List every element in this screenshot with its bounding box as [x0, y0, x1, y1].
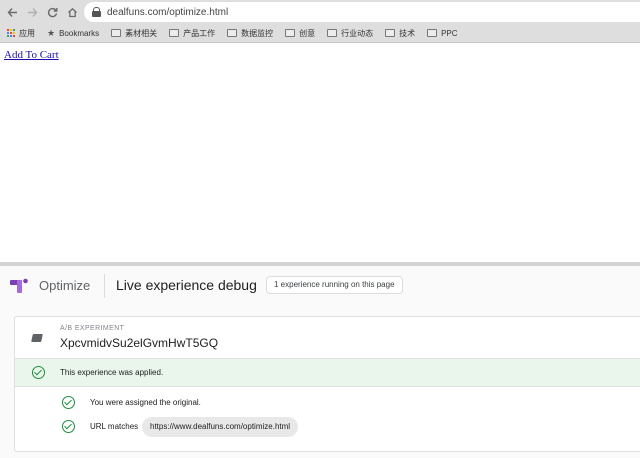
screenshot-root: dealfuns.com/optimize.html 应用 ★ Bookmark…: [0, 0, 640, 458]
folder-icon: [285, 29, 296, 37]
folder-icon: [385, 29, 396, 37]
bookmark-folder[interactable]: 产品工作: [169, 28, 215, 39]
bookmark-folder[interactable]: 数据监控: [227, 28, 273, 39]
arrow-right-icon: [27, 7, 37, 17]
bookmark-label: 素材相关: [125, 28, 158, 38]
experiment-name[interactable]: XpcvmidvSu2elGvmHwT5GQ: [60, 336, 218, 350]
applied-status-text: This experience was applied.: [60, 368, 164, 377]
arrow-left-icon: [7, 7, 17, 17]
bookmark-label: PPC: [441, 28, 458, 38]
bookmark-label: 数据监控: [241, 28, 274, 38]
panel-header: Optimize Live experience debug 1 experie…: [0, 266, 640, 306]
bookmark-label: 行业动态: [341, 28, 374, 38]
bookmark-label: 技术: [399, 28, 416, 38]
url-match-label: URL matches: [90, 422, 139, 431]
optimize-brand: Optimize: [39, 278, 91, 293]
star-icon: ★: [47, 27, 56, 38]
check-circle-icon: [32, 366, 45, 379]
header-divider: [104, 274, 105, 298]
bookmarks-bar: 应用 ★ Bookmarks 素材相关 产品工作 数据监控 创意 行业动态 技术: [0, 24, 640, 43]
folder-icon: [111, 29, 122, 37]
applied-status-row: This experience was applied.: [15, 358, 640, 387]
reload-icon: [47, 7, 57, 17]
home-button[interactable]: [62, 2, 82, 22]
check-circle-icon: [62, 420, 75, 433]
bookmark-label: 创意: [299, 28, 316, 38]
folder-icon: [327, 29, 338, 37]
bookmark-label: 应用: [19, 28, 35, 38]
check-circle-icon: [62, 396, 75, 409]
browser-toolbar: dealfuns.com/optimize.html: [0, 0, 640, 24]
home-icon: [67, 7, 77, 17]
panel-title: Live experience debug: [116, 277, 257, 293]
folder-icon: [227, 29, 238, 37]
lock-icon: [92, 7, 101, 17]
optimize-logo-icon: [10, 278, 28, 293]
bookmark-folder[interactable]: 技术: [385, 28, 415, 39]
page-content: Add To Cart: [0, 43, 640, 262]
bookmark-apps[interactable]: 应用: [6, 28, 35, 39]
address-bar[interactable]: dealfuns.com/optimize.html: [84, 2, 640, 22]
apps-icon: [6, 29, 15, 38]
bookmark-folder[interactable]: 素材相关: [111, 28, 157, 39]
bookmark-folder[interactable]: PPC: [427, 28, 458, 38]
assignment-text: You were assigned the original.: [90, 398, 201, 407]
experiment-card: A/B EXPERIMENT XpcvmidvSu2elGvmHwT5GQ Th…: [14, 316, 640, 452]
bookmark-folder[interactable]: 创意: [285, 28, 315, 39]
back-button[interactable]: [2, 2, 22, 22]
experiment-type-label: A/B EXPERIMENT: [60, 325, 125, 332]
bookmark-label: Bookmarks: [59, 28, 100, 38]
url-match-chip: https://www.dealfuns.com/optimize.html: [142, 417, 299, 437]
forward-button[interactable]: [22, 2, 42, 22]
bookmark-bookmarks[interactable]: ★ Bookmarks: [47, 28, 99, 39]
folder-icon: [169, 29, 180, 37]
bookmark-folder[interactable]: 行业动态: [327, 28, 373, 39]
experience-count-badge[interactable]: 1 experience running on this page: [266, 276, 403, 294]
address-text: dealfuns.com/optimize.html: [107, 6, 229, 18]
bookmark-label: 产品工作: [183, 28, 216, 38]
experiment-type-icon: [31, 334, 43, 342]
folder-icon: [427, 29, 438, 37]
optimize-debug-panel: Optimize Live experience debug 1 experie…: [0, 266, 640, 458]
reload-button[interactable]: [42, 2, 62, 22]
add-to-cart-link[interactable]: Add To Cart: [4, 49, 59, 61]
